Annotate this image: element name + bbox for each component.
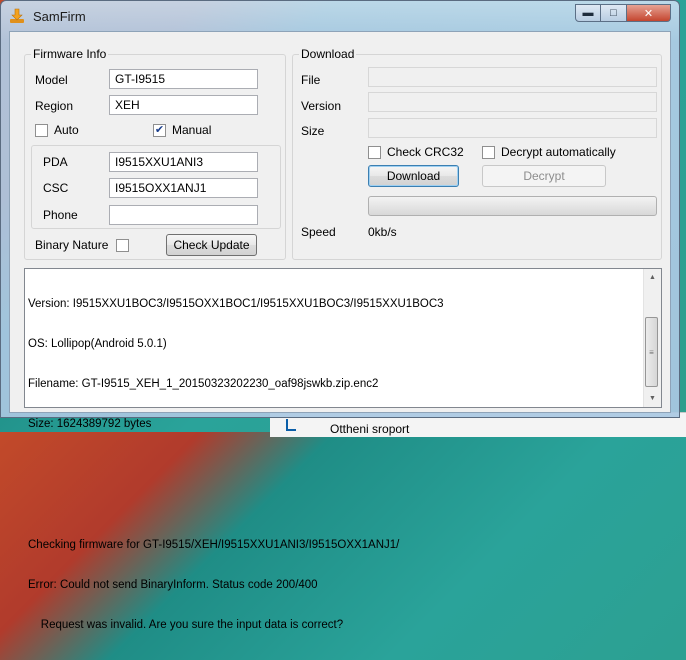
manual-label: Manual <box>172 123 212 137</box>
client-area: Firmware Info Model GT-I9515 Region XEH … <box>9 31 671 631</box>
speed-label: Speed <box>301 225 336 239</box>
close-icon: ✕ <box>643 7 654 20</box>
decrypt-automatically-checkbox[interactable]: Decrypt automatically <box>482 145 616 159</box>
csc-label: CSC <box>43 181 69 195</box>
region-field[interactable]: XEH <box>109 95 258 115</box>
samfirm-window: SamFirm ▬ □ ✕ Firmware Info Model GT-I95… <box>0 0 680 631</box>
file-label: File <box>301 73 321 87</box>
phone-label: Phone <box>43 208 78 222</box>
log-line: Checking firmware for GT-I9515/XEH/I9515… <box>28 539 400 552</box>
log-text: Version: I9515XXU1BOC3/I9515OXX1BOC1/I95… <box>28 271 640 660</box>
log-line: Size: 1624389792 bytes <box>28 418 152 431</box>
check-crc32-checkbox[interactable]: Check CRC32 <box>368 145 464 159</box>
log-textbox[interactable]: Version: I9515XXU1BOC3/I9515OXX1BOC1/I95… <box>24 268 662 631</box>
size-field <box>368 118 657 138</box>
log-scrollbar[interactable]: ▲ ≡ ▼ <box>643 269 661 407</box>
decrypt-button: Decrypt <box>482 165 606 187</box>
version-field <box>368 92 657 112</box>
window-title: SamFirm <box>33 9 86 24</box>
download-label: Download <box>299 47 357 61</box>
log-line: Filename: GT-I9515_XEH_1_20150323202230_… <box>28 378 379 391</box>
check-update-button[interactable]: Check Update <box>166 234 257 256</box>
download-progress-bar <box>368 196 657 216</box>
minimize-button[interactable]: ▬ <box>575 4 601 22</box>
log-line: Version: I9515XXU1BOC3/I9515OXX1BOC1/I95… <box>28 297 444 310</box>
manual-checkbox-box[interactable]: ✔ <box>153 123 166 137</box>
decrypt-automatically-label: Decrypt automatically <box>501 145 616 159</box>
size-label: Size <box>301 124 325 138</box>
auto-checkbox[interactable]: Auto <box>35 123 79 137</box>
pda-label: PDA <box>43 155 68 169</box>
download-app-icon <box>10 8 24 23</box>
decrypt-automatically-checkbox-box[interactable] <box>482 145 495 159</box>
log-line: Request was invalid. Are you sure the in… <box>28 619 344 632</box>
manual-checkbox[interactable]: ✔ Manual <box>153 123 211 137</box>
download-button[interactable]: Download <box>368 165 459 187</box>
log-line: Error: Could not send BinaryInform. Stat… <box>28 579 318 592</box>
check-crc32-checkbox-box[interactable] <box>368 145 381 159</box>
model-field[interactable]: GT-I9515 <box>109 69 258 89</box>
csc-field[interactable]: I9515OXX1ANJ1 <box>109 178 258 198</box>
binary-nature-checkbox-box[interactable] <box>116 238 130 252</box>
firmware-info-label: Firmware Info <box>31 47 109 61</box>
checkmark-icon: ✔ <box>154 123 165 136</box>
model-label: Model <box>35 73 68 87</box>
auto-label: Auto <box>54 123 79 137</box>
grip-icon: ≡ <box>649 347 654 357</box>
auto-checkbox-box[interactable] <box>35 123 48 137</box>
binary-nature-checkbox[interactable]: Binary Nature <box>35 238 130 252</box>
version-label: Version <box>301 99 342 113</box>
minimize-icon: ▬ <box>582 7 594 19</box>
scroll-down-arrow-icon[interactable]: ▼ <box>644 390 661 407</box>
title-bar[interactable]: SamFirm ▬ □ ✕ <box>1 1 679 31</box>
binary-nature-label: Binary Nature <box>35 238 109 252</box>
file-field <box>368 67 657 87</box>
phone-field[interactable] <box>109 205 258 225</box>
pda-field[interactable]: I9515XXU1ANI3 <box>109 152 258 172</box>
speed-value: 0kb/s <box>368 225 397 239</box>
log-line: OS: Lollipop(Android 5.0.1) <box>28 338 167 351</box>
region-label: Region <box>35 99 74 113</box>
check-crc32-label: Check CRC32 <box>387 145 464 159</box>
close-button[interactable]: ✕ <box>627 4 671 22</box>
maximize-button[interactable]: □ <box>601 4 627 22</box>
scrollbar-thumb[interactable]: ≡ <box>645 317 658 387</box>
window-controls: ▬ □ ✕ <box>575 4 671 22</box>
scroll-up-arrow-icon[interactable]: ▲ <box>644 269 661 286</box>
maximize-icon: □ <box>610 7 617 19</box>
